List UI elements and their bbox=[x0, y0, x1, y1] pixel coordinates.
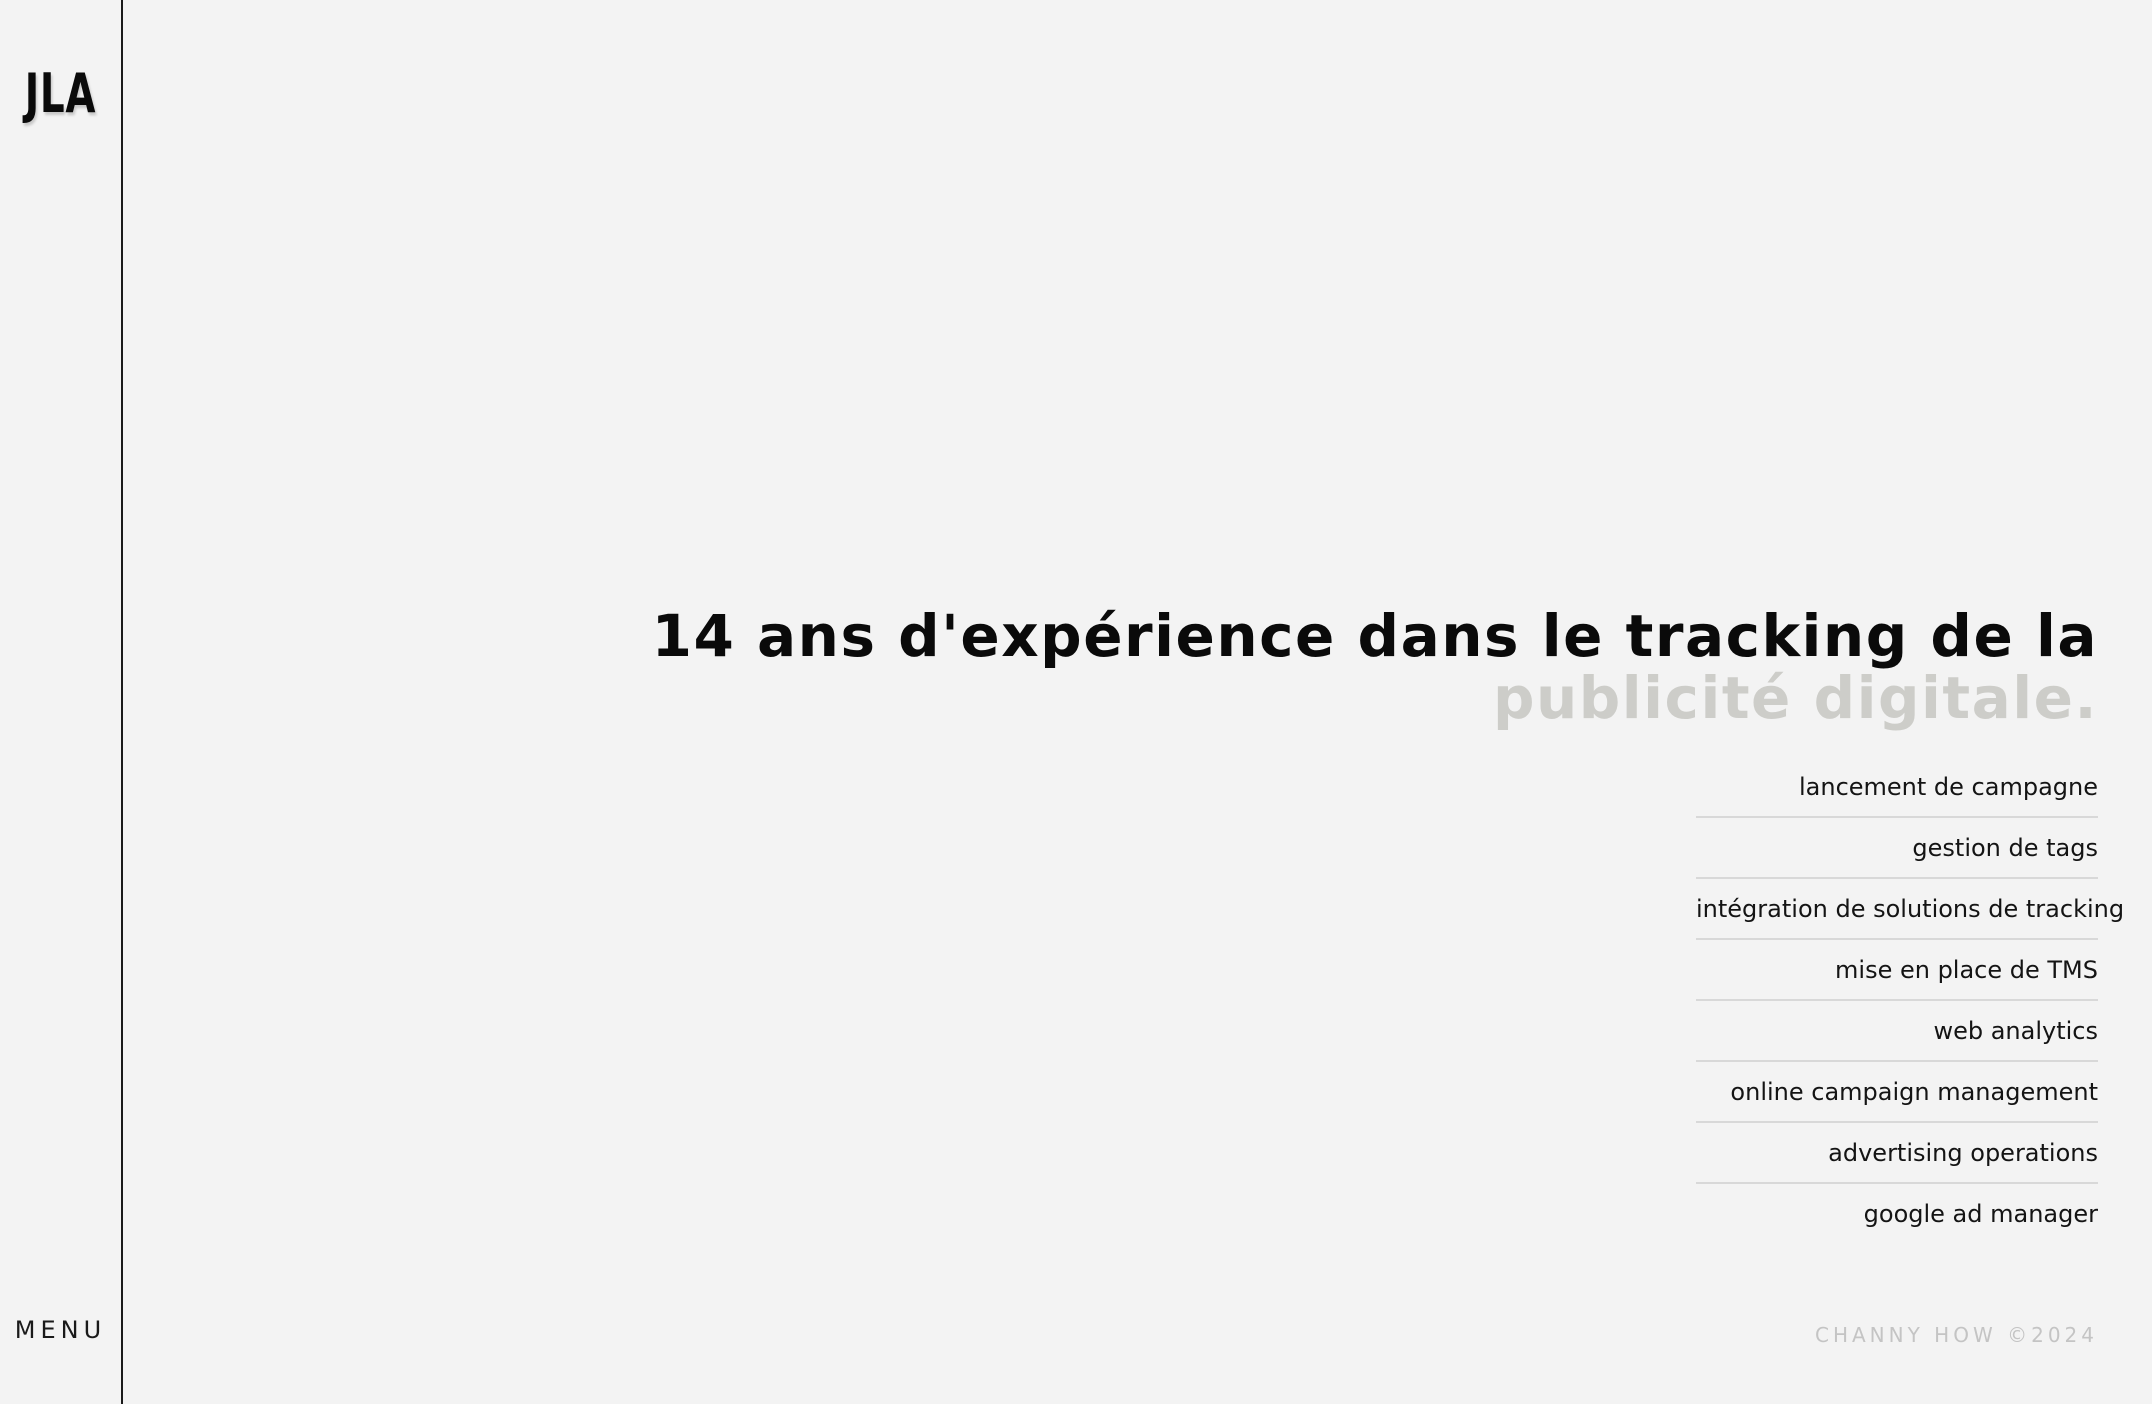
skill-item[interactable]: mise en place de TMS bbox=[1696, 940, 2098, 1001]
skill-item[interactable]: lancement de campagne bbox=[1696, 757, 2098, 818]
skill-item[interactable]: google ad manager bbox=[1696, 1184, 2098, 1245]
skills-list: lancement de campagne gestion de tags in… bbox=[1696, 757, 2124, 1245]
headline-line-2: publicité digitale. bbox=[1492, 663, 2098, 732]
logo[interactable]: JLA bbox=[17, 62, 104, 125]
headline-line-1: 14 ans d'expérience dans le tracking de … bbox=[651, 601, 2098, 670]
skill-item[interactable]: advertising operations bbox=[1696, 1123, 2098, 1184]
hero-headline: 14 ans d'expérience dans le tracking de … bbox=[598, 605, 2098, 729]
skill-item[interactable]: gestion de tags bbox=[1696, 818, 2098, 879]
footer-credit: CHANNY HOW ©2024 bbox=[1815, 1323, 2098, 1347]
page: JLA MENU 14 ans d'expérience dans le tra… bbox=[0, 0, 2152, 1404]
skill-item[interactable]: intégration de solutions de tracking bbox=[1696, 879, 2124, 940]
sidebar: JLA MENU bbox=[0, 0, 123, 1404]
skill-item[interactable]: online campaign management bbox=[1696, 1062, 2098, 1123]
menu-button[interactable]: MENU bbox=[0, 1316, 121, 1344]
skill-item[interactable]: web analytics bbox=[1696, 1001, 2098, 1062]
